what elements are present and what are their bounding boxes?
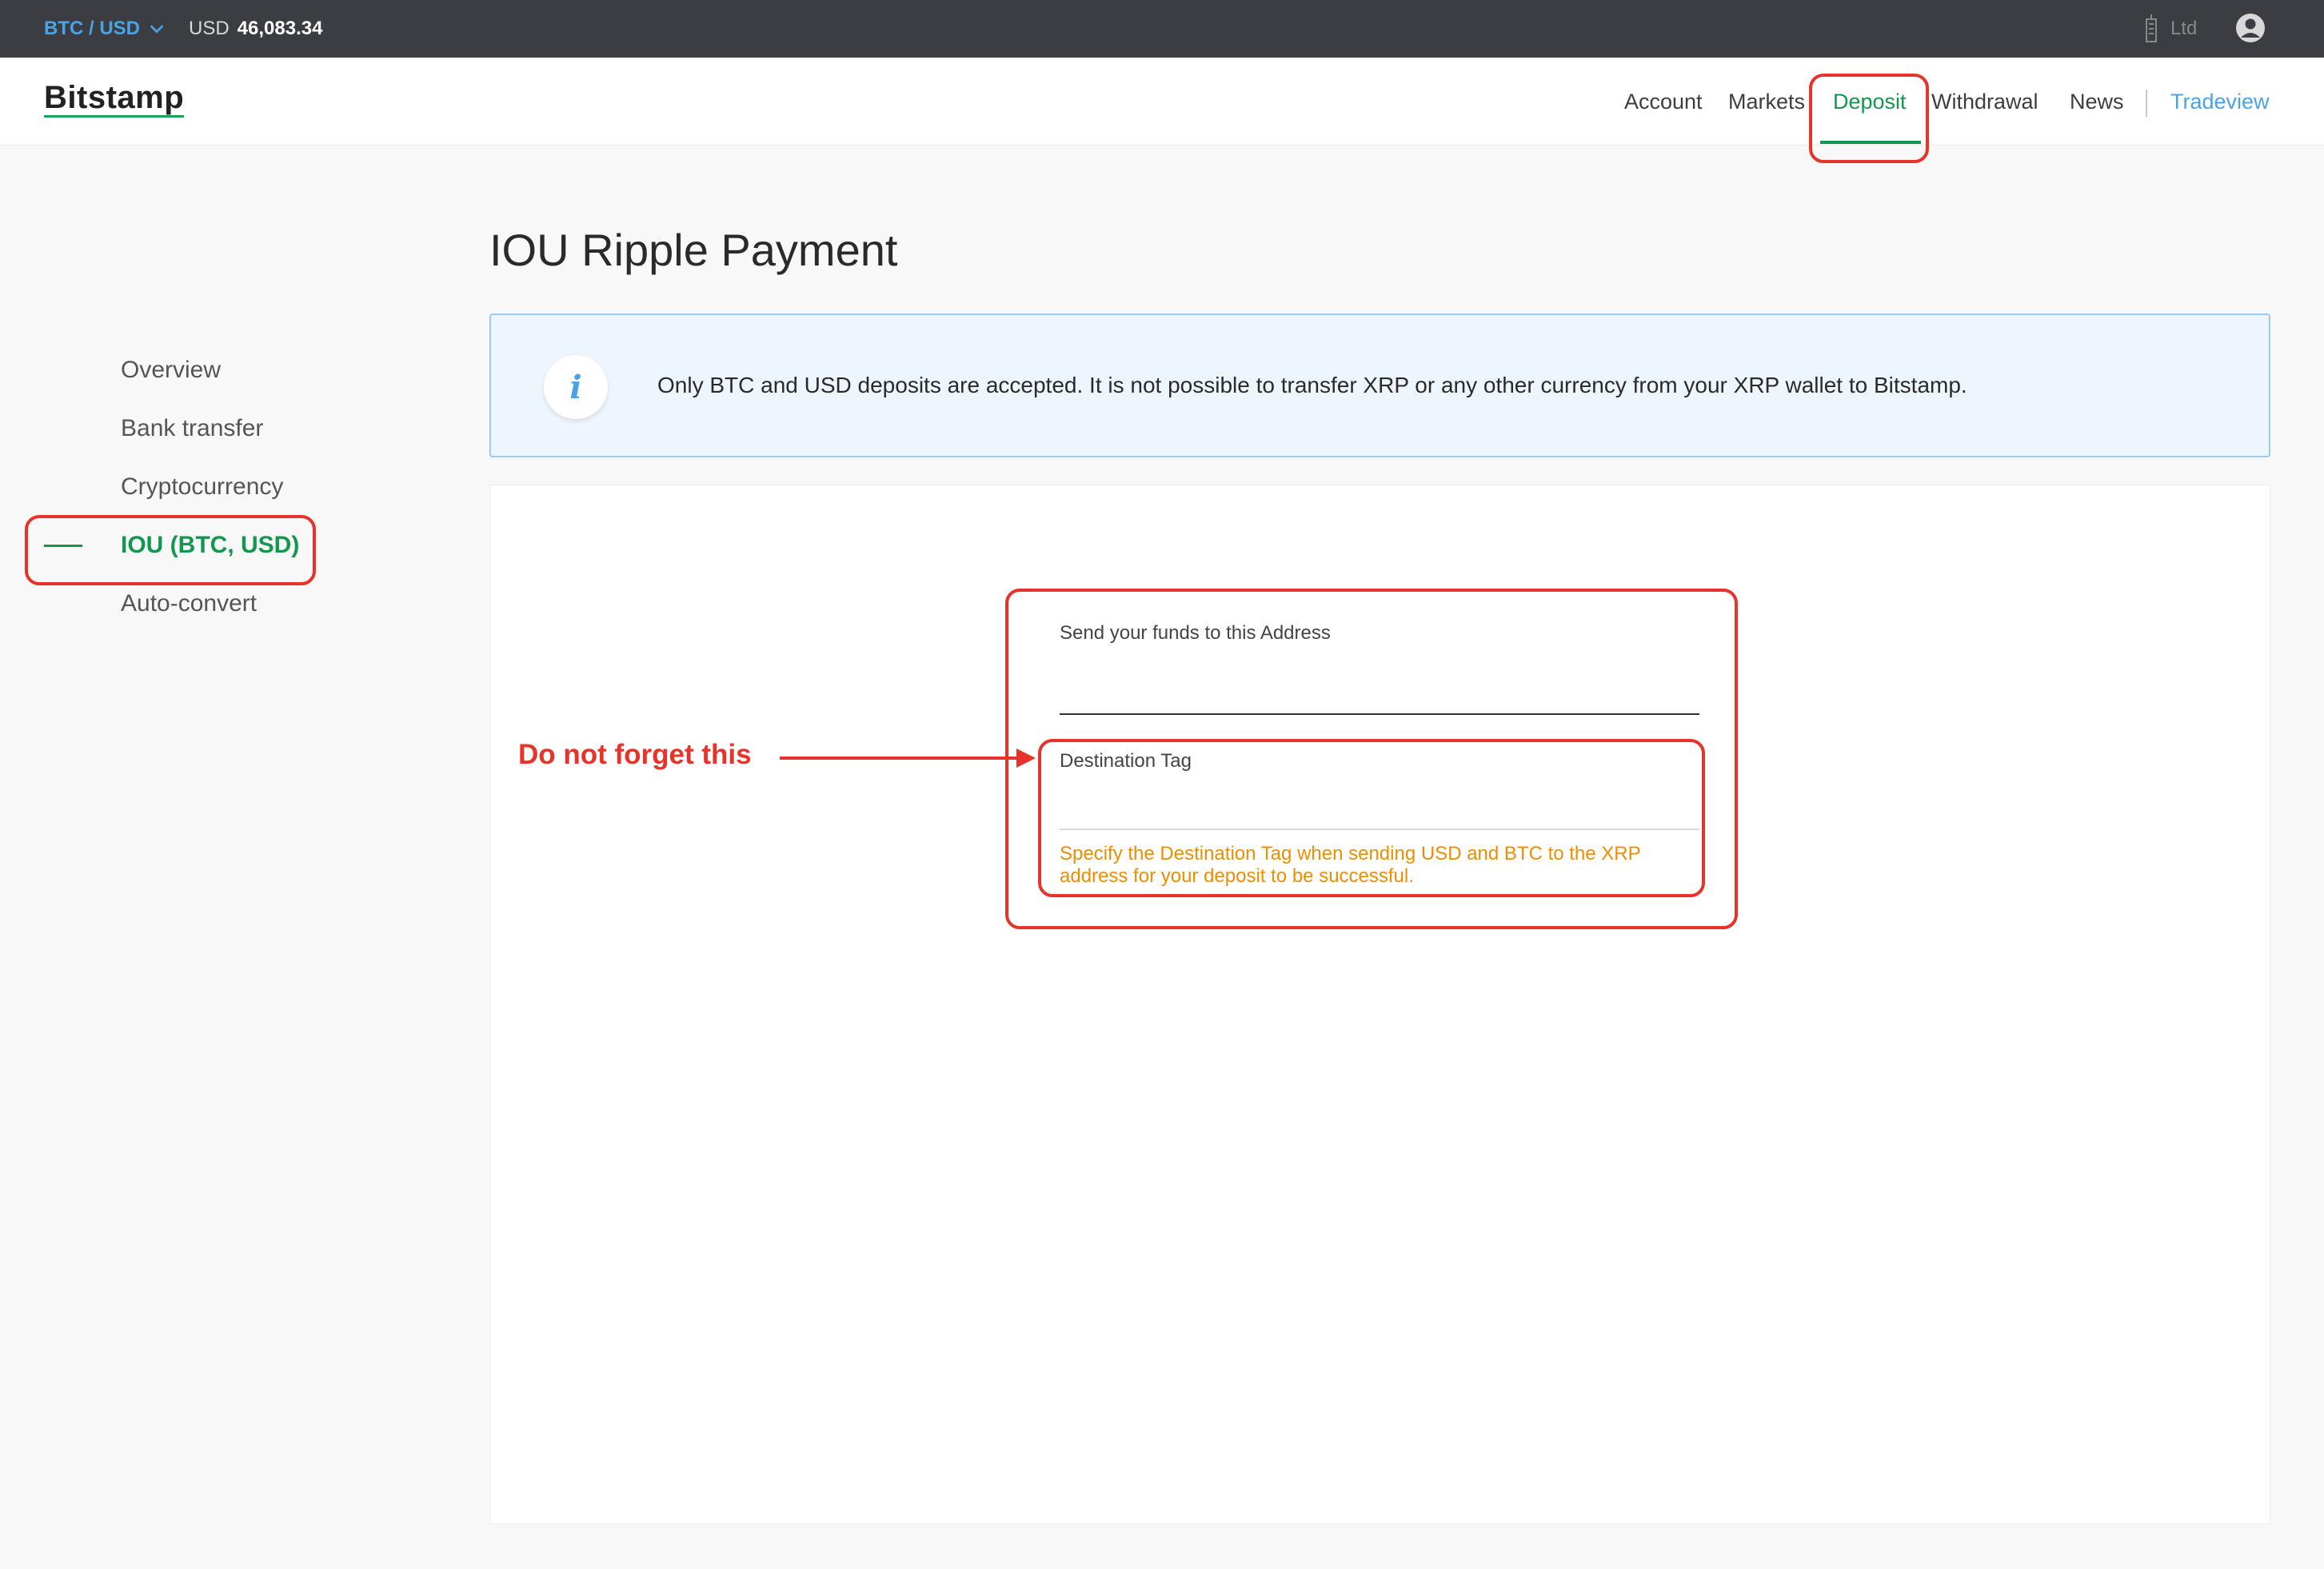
top-bar — [0, 0, 2324, 58]
sidebar-item-auto-convert[interactable]: Auto-convert — [121, 590, 257, 617]
sidebar-item-overview[interactable]: Overview — [121, 357, 221, 384]
building-icon — [2146, 14, 2157, 42]
destination-tag-label: Destination Tag — [1060, 750, 1192, 772]
nav-news[interactable]: News — [2070, 58, 2124, 146]
nav-withdrawal[interactable]: Withdrawal — [1931, 58, 2038, 146]
logo-underline — [44, 115, 184, 118]
price-ticker: USD 46,083.34 — [189, 0, 322, 58]
destination-tag-underline — [1060, 828, 1699, 830]
user-circle-icon[interactable] — [2234, 12, 2266, 44]
price-currency: USD — [189, 18, 230, 39]
account-switcher[interactable]: Ltd — [2143, 0, 2197, 58]
currency-pair-label: BTC / USD — [44, 18, 140, 39]
info-text: Only BTC and USD deposits are accepted. … — [657, 373, 1967, 397]
destination-tag-hint-line1: Specify the Destination Tag when sending… — [1060, 843, 1641, 864]
annotation-text: Do not forget this — [518, 739, 752, 770]
nav-tradeview[interactable]: Tradeview — [2170, 58, 2270, 146]
sidebar-active-indicator — [44, 545, 82, 547]
destination-tag-hint: Specify the Destination Tag when sending… — [1060, 843, 1691, 888]
arrow-right-icon — [780, 749, 1036, 768]
sidebar-item-iou[interactable]: IOU (BTC, USD) — [121, 532, 299, 559]
info-icon: i — [544, 355, 608, 419]
sidebar-item-bank-transfer[interactable]: Bank transfer — [121, 415, 263, 442]
deposit-card — [489, 485, 2270, 1524]
bitstamp-logo[interactable]: Bitstamp — [44, 80, 184, 116]
nav-active-indicator — [1820, 141, 1921, 144]
nav-markets[interactable]: Markets — [1728, 58, 1805, 146]
currency-pair-selector[interactable]: BTC / USD — [44, 0, 166, 58]
info-notice: i Only BTC and USD deposits are accepted… — [489, 313, 2270, 457]
address-label: Send your funds to this Address — [1060, 622, 1331, 644]
destination-tag-hint-line2: address for your deposit to be successfu… — [1060, 865, 1414, 887]
nav-divider — [2146, 90, 2147, 117]
chevron-down-icon — [150, 25, 164, 34]
page-title: IOU Ripple Payment — [489, 225, 898, 275]
account-name: Ltd — [2170, 18, 2198, 39]
nav-account[interactable]: Account — [1624, 58, 1703, 146]
price-value: 46,083.34 — [237, 18, 323, 39]
sidebar-item-cryptocurrency[interactable]: Cryptocurrency — [121, 473, 283, 501]
nav-deposit[interactable]: Deposit — [1833, 58, 1907, 146]
address-field-underline — [1060, 713, 1699, 715]
